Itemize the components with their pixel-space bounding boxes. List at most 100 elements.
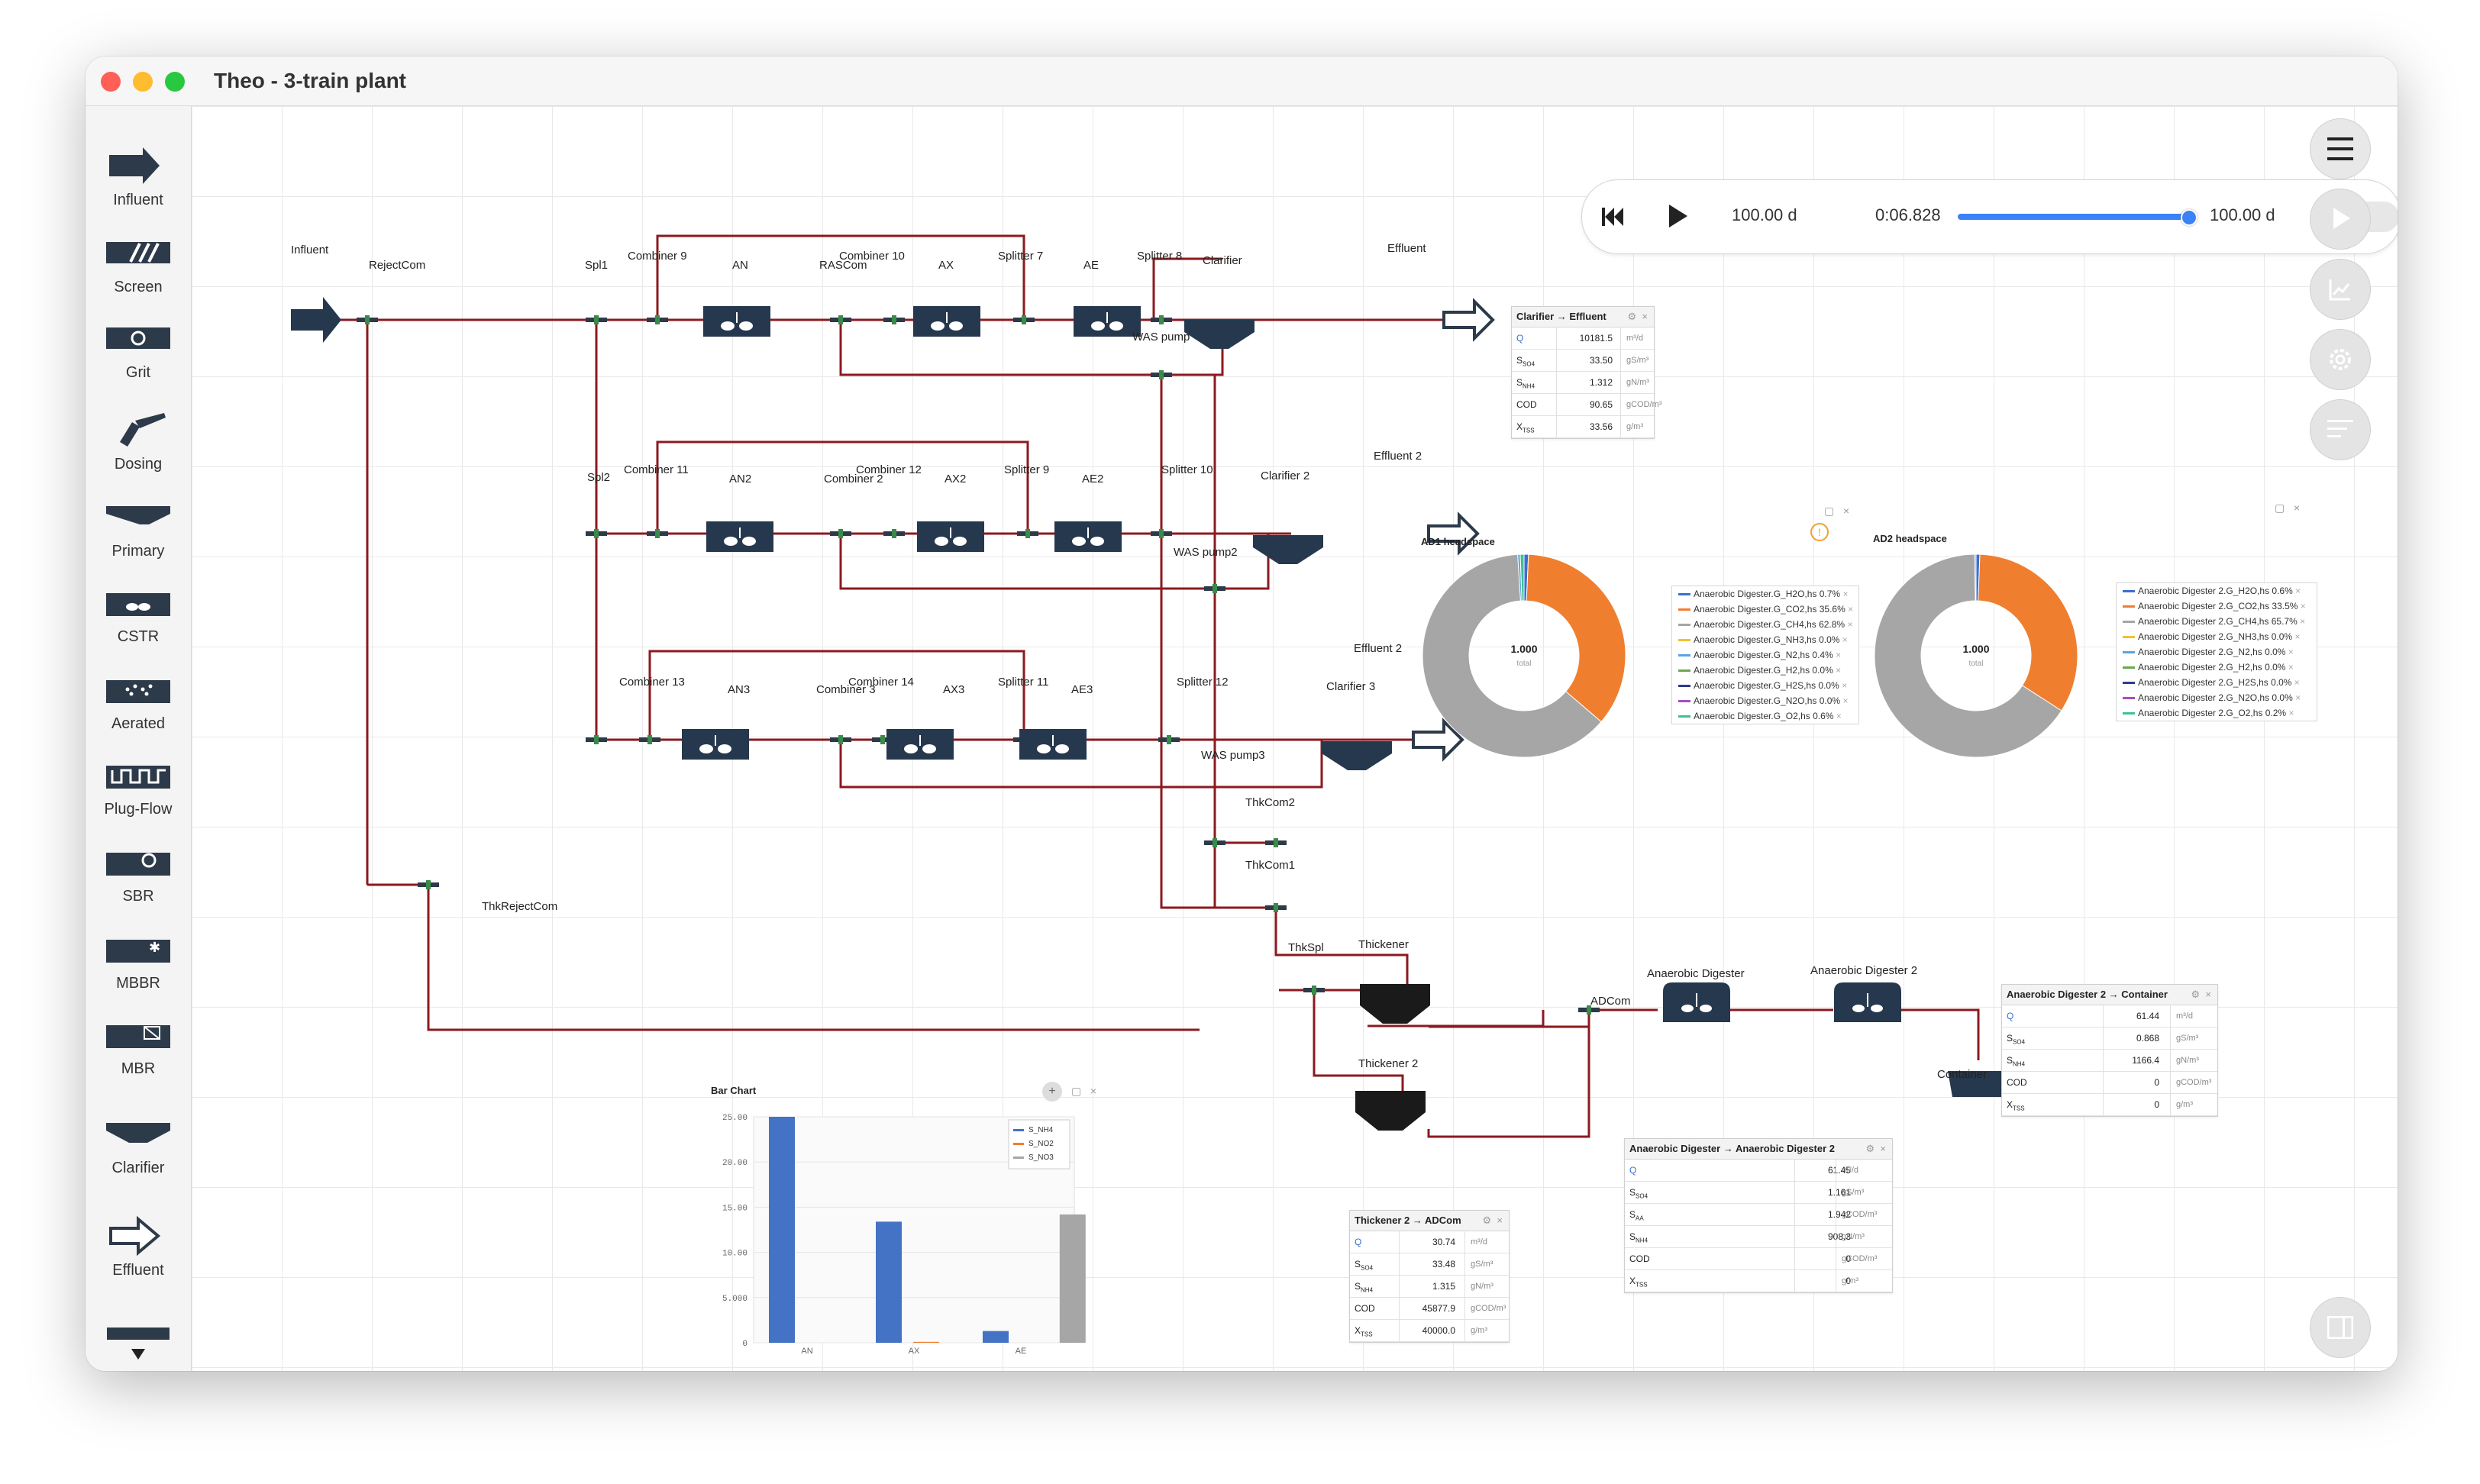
unit-label-combiner14[interactable]: Combiner 14 xyxy=(848,676,914,689)
palette-item-screen[interactable]: Screen xyxy=(86,231,191,308)
palette-item-aerated[interactable]: Aerated xyxy=(86,668,191,744)
palette-item-primary[interactable]: Primary xyxy=(86,495,191,572)
unit-label-effluent2b[interactable]: Effluent 2 xyxy=(1354,642,1402,655)
legend-item[interactable]: Anaerobic Digester 2.G_CO2,hs 33.5% × xyxy=(2117,598,2317,614)
unit-label-waspump[interactable]: WAS pump xyxy=(1132,331,1190,344)
close-window-button[interactable] xyxy=(101,72,121,92)
unit-label-spl2[interactable]: Spl2 xyxy=(587,471,610,484)
remove-icon[interactable]: × xyxy=(1847,619,1852,630)
palette-more[interactable] xyxy=(107,1328,170,1366)
close-icon[interactable]: ⚙ × xyxy=(1628,307,1648,327)
legend-item[interactable]: Anaerobic Digester 2.G_H2O,hs 0.6% × xyxy=(2117,583,2317,598)
unit-label-adcom[interactable]: ADCom xyxy=(1590,995,1631,1008)
run-button[interactable] xyxy=(2310,189,2371,250)
unit-label-effluent[interactable]: Effluent xyxy=(1387,242,1426,255)
remove-icon[interactable]: × xyxy=(2300,616,2305,627)
legend-item[interactable]: Anaerobic Digester.G_N2,hs 0.4% × xyxy=(1672,647,1858,663)
unit-label-ax2[interactable]: AX2 xyxy=(945,473,966,486)
legend-item[interactable]: Anaerobic Digester 2.G_O2,hs 0.2% × xyxy=(2117,705,2317,721)
unit-label-splitter11[interactable]: Splitter 11 xyxy=(998,676,1048,689)
flowsheet-canvas[interactable]: 100.00 d 0:06.828 100.00 d Influent Reje… xyxy=(192,106,2398,1371)
unit-label-thkrejectcom[interactable]: ThkRejectCom xyxy=(482,900,557,913)
unit-label-an[interactable]: AN xyxy=(732,259,748,272)
unit-label-combiner13[interactable]: Combiner 13 xyxy=(619,676,685,689)
legend-item[interactable]: Anaerobic Digester.G_H2,hs 0.0% × xyxy=(1672,663,1858,678)
palette-item-effluent[interactable]: Effluent xyxy=(86,1215,191,1291)
close-icon[interactable]: ⚙ × xyxy=(2191,985,2211,1005)
rewind-icon[interactable] xyxy=(1602,206,1625,227)
legend-item[interactable]: Anaerobic Digester 2.G_CH4,hs 65.7% × xyxy=(2117,614,2317,629)
progress-handle[interactable] xyxy=(2181,209,2197,226)
pie-slice[interactable] xyxy=(1526,553,1626,723)
unit-label-combiner9[interactable]: Combiner 9 xyxy=(628,250,687,263)
remove-icon[interactable]: × xyxy=(2288,708,2294,718)
close-icon[interactable]: ⚙ × xyxy=(1483,1211,1503,1231)
palette-item-grit[interactable]: Grit xyxy=(86,317,191,393)
remove-icon[interactable]: × xyxy=(1836,650,1841,660)
legend-item[interactable]: Anaerobic Digester.G_H2O,hs 0.7% × xyxy=(1672,586,1858,602)
unit-label-splitter9[interactable]: Splitter 9 xyxy=(1004,463,1049,476)
remove-icon[interactable]: × xyxy=(2288,647,2294,657)
legend-item[interactable]: Anaerobic Digester.G_CH4,hs 62.8% × xyxy=(1672,617,1858,632)
unit-label-ad1[interactable]: Anaerobic Digester xyxy=(1647,967,1745,980)
legend-item[interactable]: Anaerobic Digester.G_H2S,hs 0.0% × xyxy=(1672,678,1858,693)
unit-label-an3[interactable]: AN3 xyxy=(728,683,750,696)
remove-icon[interactable]: × xyxy=(2294,631,2300,642)
log-button[interactable] xyxy=(2310,399,2371,460)
unit-label-ae2[interactable]: AE2 xyxy=(1082,473,1103,486)
unit-label-ax[interactable]: AX xyxy=(938,259,954,272)
palette-item-influent[interactable]: Influent xyxy=(86,144,191,221)
legend-item[interactable]: Anaerobic Digester 2.G_N2O,hs 0.0% × xyxy=(2117,690,2317,705)
unit-label-thkcom2[interactable]: ThkCom2 xyxy=(1245,796,1295,809)
remove-icon[interactable]: × xyxy=(1842,680,1847,691)
legend-item[interactable]: Anaerobic Digester.G_O2,hs 0.6% × xyxy=(1672,708,1858,724)
remove-icon[interactable]: × xyxy=(2295,692,2301,703)
pie-slice[interactable] xyxy=(1978,553,2078,711)
remove-icon[interactable]: × xyxy=(1842,634,1848,645)
palette-item-dosing[interactable]: Dosing xyxy=(86,408,191,485)
palette-item-sbr[interactable]: SBR xyxy=(86,840,191,917)
menu-button[interactable] xyxy=(2310,118,2371,179)
remove-icon[interactable]: × xyxy=(1842,589,1848,599)
legend-item[interactable]: Anaerobic Digester.G_NH3,hs 0.0% × xyxy=(1672,632,1858,647)
zoom-window-button[interactable] xyxy=(165,72,185,92)
unit-label-waspump2[interactable]: WAS pump2 xyxy=(1174,546,1238,559)
unit-label-clarifier3[interactable]: Clarifier 3 xyxy=(1326,680,1375,693)
panel-toggle-button[interactable] xyxy=(2310,1297,2371,1358)
unit-label-effluent2[interactable]: Effluent 2 xyxy=(1374,450,1422,463)
remove-icon[interactable]: × xyxy=(2288,662,2294,673)
unit-label-combiner11[interactable]: Combiner 11 xyxy=(624,463,689,476)
unit-label-thkspl[interactable]: ThkSpl xyxy=(1288,941,1324,954)
legend-item[interactable]: Anaerobic Digester 2.G_NH3,hs 0.0% × xyxy=(2117,629,2317,644)
chart-button[interactable] xyxy=(2310,259,2371,320)
legend-item[interactable]: Anaerobic Digester 2.G_N2,hs 0.0% × xyxy=(2117,644,2317,660)
unit-label-ae[interactable]: AE xyxy=(1083,259,1099,272)
unit-label-combiner10[interactable]: Combiner 10 xyxy=(839,250,905,263)
palette-item-clarifier[interactable]: Clarifier xyxy=(86,1112,191,1189)
palette-item-mbr[interactable]: MBR xyxy=(86,1013,191,1089)
remove-icon[interactable]: × xyxy=(2294,677,2300,688)
unit-label-thickener2[interactable]: Thickener 2 xyxy=(1358,1057,1418,1070)
unit-label-ae3[interactable]: AE3 xyxy=(1071,683,1093,696)
remove-icon[interactable]: × xyxy=(1836,711,1842,721)
legend-item[interactable]: Anaerobic Digester.G_N2O,hs 0.0% × xyxy=(1672,693,1858,708)
close-icon[interactable]: ⚙ × xyxy=(1866,1139,1886,1159)
pie-slice[interactable] xyxy=(1974,553,1977,602)
unit-label-splitter7[interactable]: Splitter 7 xyxy=(998,250,1043,263)
unit-label-combiner12[interactable]: Combiner 12 xyxy=(856,463,922,476)
remove-icon[interactable]: × xyxy=(2301,601,2306,611)
legend-item[interactable]: Anaerobic Digester 2.G_H2,hs 0.0% × xyxy=(2117,660,2317,675)
unit-label-influent[interactable]: Influent xyxy=(291,244,328,256)
unit-label-rejectcom[interactable]: RejectCom xyxy=(369,259,425,272)
legend-item[interactable]: Anaerobic Digester 2.G_H2S,hs 0.0% × xyxy=(2117,675,2317,690)
unit-label-an2[interactable]: AN2 xyxy=(729,473,751,486)
add-series-button[interactable]: + xyxy=(1042,1082,1062,1102)
unit-label-splitter10[interactable]: Splitter 10 xyxy=(1161,463,1213,476)
palette-item-mbbr[interactable]: ✱ MBBR xyxy=(86,928,191,1004)
palette-item-plug-flow[interactable]: Plug-Flow xyxy=(86,753,191,830)
unit-label-splitter8[interactable]: Splitter 8 xyxy=(1137,250,1182,263)
pie-window-controls[interactable]: ▢ × xyxy=(1824,505,1849,518)
remove-icon[interactable]: × xyxy=(2295,586,2301,596)
remove-icon[interactable]: × xyxy=(1848,604,1853,615)
unit-label-clarifier[interactable]: Clarifier xyxy=(1203,254,1242,267)
